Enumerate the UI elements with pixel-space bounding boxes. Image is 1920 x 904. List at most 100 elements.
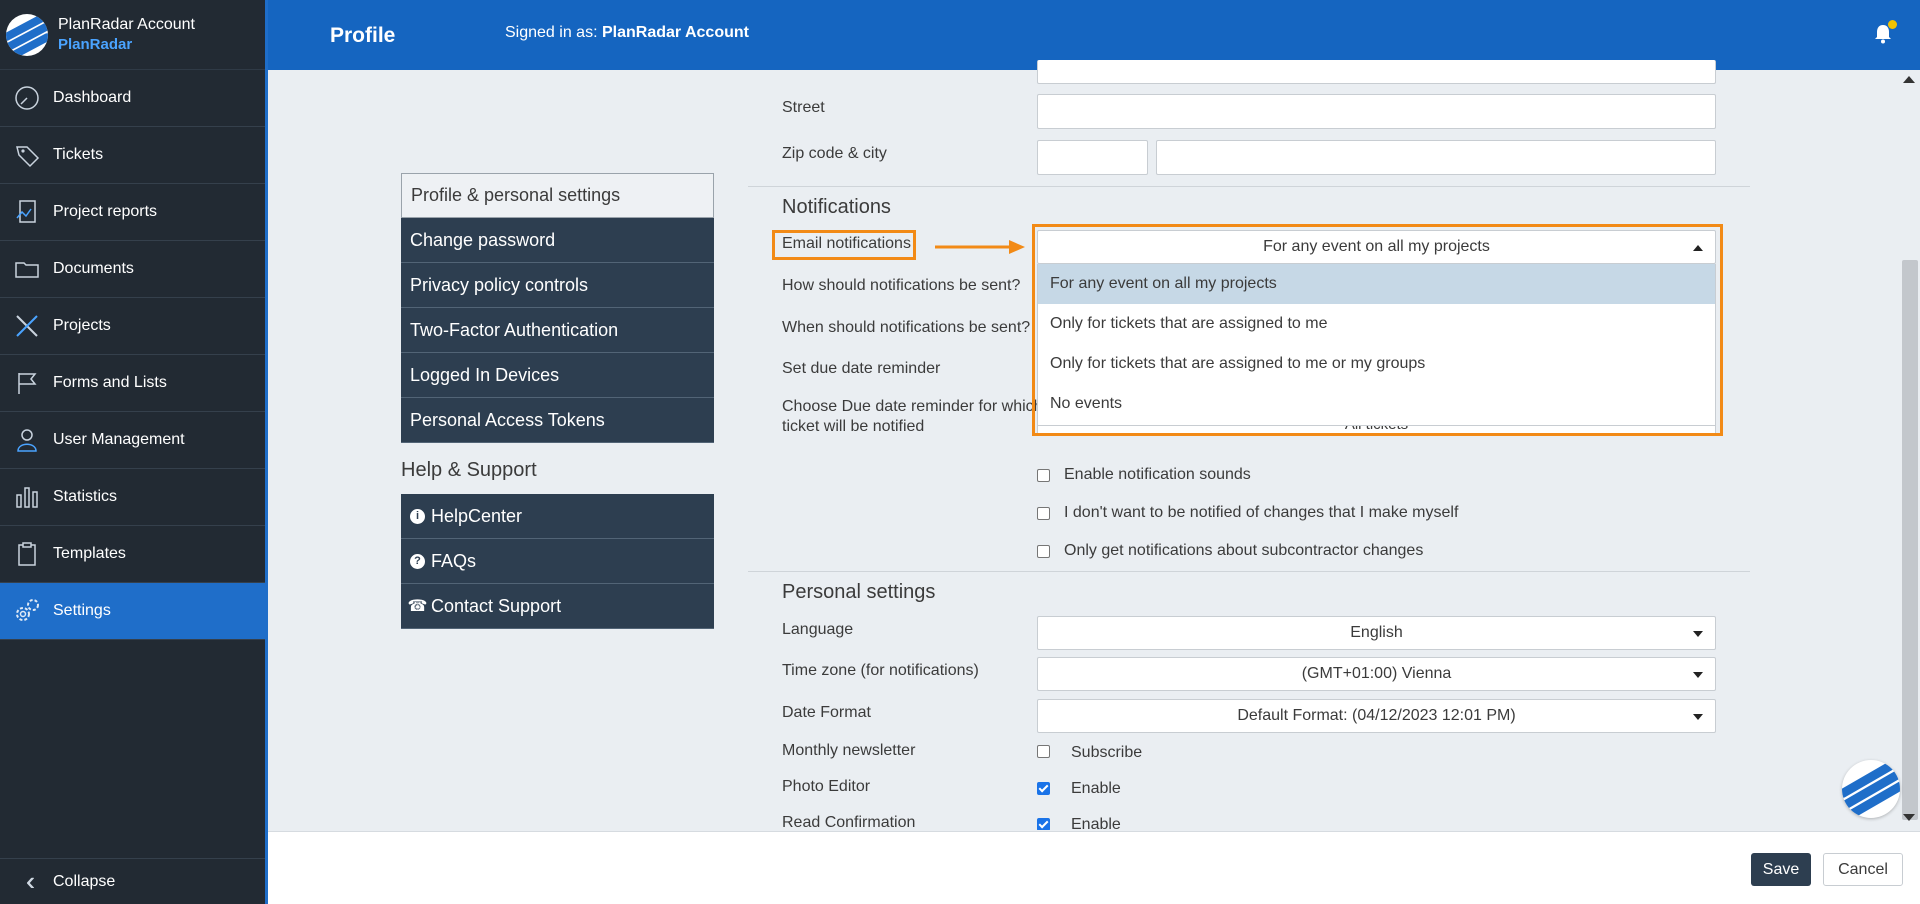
signed-in-user: PlanRadar Account [601, 24, 749, 41]
timezone-value: (GMT+01:00) Vienna [1301, 665, 1452, 682]
cancel-button[interactable]: Cancel [1823, 853, 1903, 886]
tools-icon [0, 312, 53, 340]
support-chat-logo-icon[interactable] [1842, 760, 1900, 818]
address-input-partial[interactable] [1037, 60, 1716, 84]
scrollbar-thumb[interactable] [1902, 260, 1918, 820]
newsletter-label: Monthly newsletter [782, 742, 916, 759]
sidebar-item-documents[interactable]: Documents [0, 241, 265, 298]
menu-item-privacy-policy-controls[interactable]: Privacy policy controls [401, 263, 714, 308]
bar-chart-icon [0, 483, 53, 511]
sidebar-item-label: Settings [53, 602, 111, 619]
scrollbar[interactable] [1898, 70, 1920, 831]
zip-city-label: Zip code & city [782, 145, 887, 162]
help-menu: i HelpCenter ? FAQs ☎ Contact Support [401, 494, 714, 629]
signed-in-prefix: Signed in as: [505, 24, 598, 41]
street-label: Street [782, 99, 825, 116]
timezone-label: Time zone (for notifications) [782, 662, 979, 679]
menu-item-two-factor-authentication[interactable]: Two-Factor Authentication [401, 308, 714, 353]
menu-item-change-password[interactable]: Change password [401, 218, 714, 263]
caret-down-icon [1693, 714, 1703, 720]
question-icon: ? [410, 553, 425, 569]
checkbox-read-confirmation[interactable] [1037, 818, 1064, 830]
checkbox-newsletter[interactable] [1037, 745, 1064, 758]
sidebar-item-label: Forms and Lists [53, 374, 167, 391]
help-item-helpcenter[interactable]: i HelpCenter [401, 494, 714, 539]
sidebar-item-user-management[interactable]: User Management [0, 412, 265, 469]
read-confirmation-label: Read Confirmation [782, 814, 916, 830]
page-title: Profile [330, 24, 396, 47]
city-input[interactable] [1156, 140, 1716, 175]
account-header[interactable]: PlanRadar Account PlanRadar [0, 0, 265, 70]
divider [748, 186, 1750, 187]
street-input[interactable] [1037, 94, 1716, 129]
checkbox-subcontractor-changes[interactable]: Only get notifications about subcontract… [1037, 542, 1423, 560]
menu-item-logged-in-devices[interactable]: Logged In Devices [401, 353, 714, 398]
checkbox-label: Enable notification sounds [1064, 466, 1251, 483]
choose-due-reminder-label: Choose Due date reminder for which ticke… [782, 397, 1043, 437]
folder-icon [0, 255, 53, 283]
caret-down-icon [1693, 631, 1703, 637]
sidebar-item-projects[interactable]: Projects [0, 298, 265, 355]
dashboard-gauge-icon [0, 84, 53, 112]
checkbox[interactable] [1037, 544, 1050, 558]
scroll-down-icon[interactable] [1903, 814, 1915, 821]
sidebar-item-dashboard[interactable]: Dashboard [0, 70, 265, 127]
sidebar-item-label: Tickets [53, 146, 104, 163]
help-item-label: HelpCenter [431, 505, 523, 526]
sidebar-item-label: Projects [53, 317, 111, 334]
checkbox-no-self-notifications[interactable]: I don't want to be notified of changes t… [1037, 504, 1458, 522]
user-icon [0, 426, 53, 454]
date-format-label: Date Format [782, 704, 871, 721]
collapse-button[interactable]: ‹‹ Collapse [0, 858, 265, 904]
collapse-label: Collapse [53, 872, 116, 890]
language-select[interactable]: English [1037, 616, 1716, 650]
help-item-contact-support[interactable]: ☎ Contact Support [401, 584, 714, 629]
date-format-select[interactable]: Default Format: (04/12/2023 12:01 PM) [1037, 699, 1716, 733]
due-date-reminder-label: Set due date reminder [782, 360, 941, 377]
help-support-heading: Help & Support [401, 459, 537, 481]
date-format-value: Default Format: (04/12/2023 12:01 PM) [1237, 707, 1516, 724]
checkbox-label: I don't want to be notified of changes t… [1064, 504, 1459, 521]
timezone-select[interactable]: (GMT+01:00) Vienna [1037, 657, 1716, 691]
newsletter-value: Subscribe [1071, 744, 1143, 761]
help-item-label: FAQs [431, 550, 477, 571]
info-icon: i [410, 508, 425, 524]
photo-editor-label: Photo Editor [782, 778, 871, 795]
sidebar-item-templates[interactable]: Templates [0, 526, 265, 583]
help-item-faqs[interactable]: ? FAQs [401, 539, 714, 584]
sidebar-item-forms-and-lists[interactable]: Forms and Lists [0, 355, 265, 412]
highlight-box [1032, 224, 1723, 436]
flag-icon [0, 369, 53, 397]
language-value: English [1350, 624, 1403, 641]
sidebar-item-tickets[interactable]: Tickets [0, 127, 265, 184]
signed-in-info: Signed in as: PlanRadar Account [505, 24, 749, 42]
menu-item-personal-access-tokens[interactable]: Personal Access Tokens [401, 398, 714, 443]
arrow-right-icon [935, 240, 1025, 254]
sidebar-item-label: Project reports [53, 203, 158, 220]
menu-item-profile-personal-settings[interactable]: Profile & personal settings [401, 173, 714, 218]
checkbox-photo-editor[interactable] [1037, 782, 1064, 795]
language-label: Language [782, 621, 854, 638]
sidebar-item-statistics[interactable]: Statistics [0, 469, 265, 526]
checkbox[interactable] [1037, 468, 1050, 482]
checkbox-notification-sounds[interactable]: Enable notification sounds [1037, 466, 1251, 484]
when-notifications-label: When should notifications be sent? [782, 319, 1031, 336]
account-org: PlanRadar [58, 35, 133, 53]
highlight-box [772, 230, 916, 260]
sidebar-item-settings[interactable]: Settings [0, 583, 265, 640]
save-button[interactable]: Save [1751, 853, 1811, 886]
zip-code-input[interactable] [1037, 140, 1148, 175]
checkbox[interactable] [1037, 745, 1050, 758]
photo-editor-value: Enable [1071, 780, 1121, 797]
checkbox[interactable] [1037, 782, 1050, 795]
notification-dot [1888, 20, 1897, 29]
sidebar-item-label: Dashboard [53, 89, 132, 106]
help-item-label: Contact Support [431, 595, 562, 616]
notifications-bell-button[interactable] [1874, 20, 1897, 49]
checkbox[interactable] [1037, 506, 1050, 520]
notifications-heading: Notifications [782, 196, 891, 218]
checkbox[interactable] [1037, 818, 1050, 830]
scroll-up-icon[interactable] [1903, 76, 1915, 83]
sidebar-item-project-reports[interactable]: Project reports [0, 184, 265, 241]
planradar-logo-icon [6, 13, 48, 56]
